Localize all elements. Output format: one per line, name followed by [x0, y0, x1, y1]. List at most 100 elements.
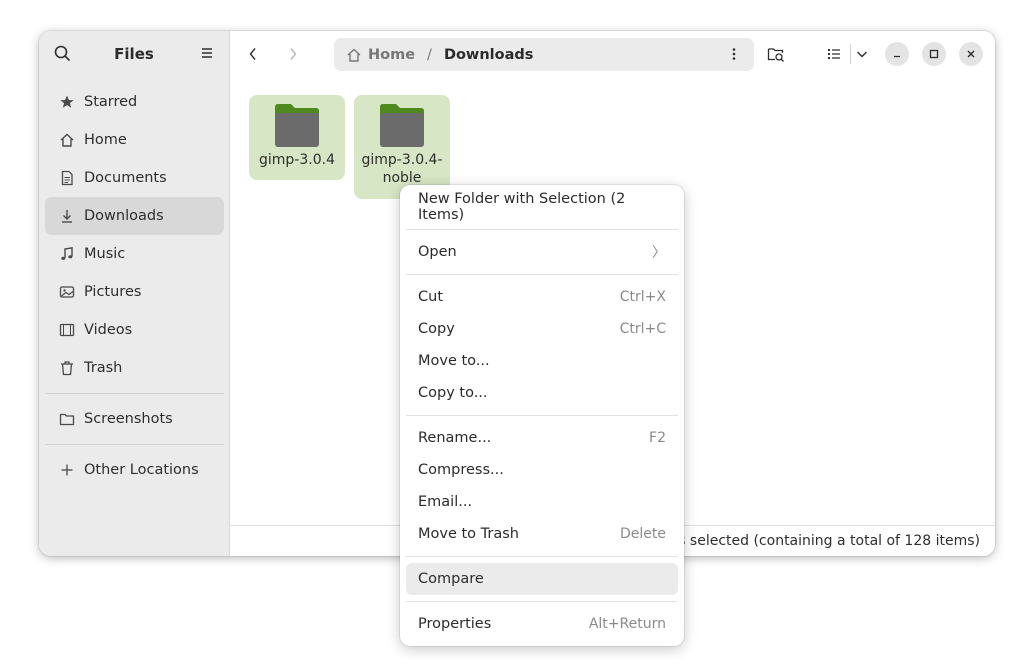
menu-item-move-to-trash[interactable]: Move to Trash Delete [406, 518, 678, 550]
sidebar-divider [45, 393, 224, 394]
sidebar-places: Starred Home Documents Downloads Music P… [45, 83, 224, 489]
menu-item-new-folder-with-selection[interactable]: New Folder with Selection (2 Items) [406, 191, 678, 223]
menu-item-shortcut: Ctrl+X [619, 289, 666, 305]
sidebar-item-downloads[interactable]: Downloads [45, 197, 224, 235]
forward-button[interactable] [280, 41, 306, 67]
star-icon [59, 94, 75, 110]
sidebar-item-label: Home [84, 132, 127, 148]
maximize-button[interactable] [922, 42, 946, 66]
chevron-right-icon [290, 48, 297, 60]
plus-icon [59, 462, 75, 478]
picture-icon [59, 284, 75, 300]
hamburger-icon [202, 48, 212, 58]
main-menu-button[interactable] [194, 40, 220, 66]
close-icon [967, 50, 975, 58]
path-bar[interactable]: Home / Downloads [334, 38, 754, 71]
sidebar-item-label: Music [84, 246, 126, 262]
sidebar-item-music[interactable]: Music [45, 235, 224, 273]
minimize-button[interactable] [885, 42, 909, 66]
menu-item-move-to[interactable]: Move to... [406, 345, 678, 377]
file-item[interactable]: gimp-3.0.4 [249, 95, 345, 180]
trash-icon [59, 360, 75, 376]
chevron-down-icon [857, 51, 867, 58]
menu-item-rename[interactable]: Rename... F2 [406, 422, 678, 454]
context-menu: New Folder with Selection (2 Items) Open… [400, 185, 684, 646]
menu-item-label: Compare [418, 571, 484, 587]
menu-item-properties[interactable]: Properties Alt+Return [406, 608, 678, 640]
sidebar-item-documents[interactable]: Documents [45, 159, 224, 197]
menu-item-shortcut: F2 [649, 430, 666, 446]
search-button[interactable] [49, 40, 75, 66]
music-icon [59, 246, 75, 262]
folder-icon [275, 104, 319, 147]
app-title: Files [114, 45, 154, 63]
folder-search-icon [767, 48, 784, 62]
menu-separator [406, 229, 678, 230]
menu-item-label: Compress... [418, 462, 504, 478]
file-name: gimp-3.0.4 [259, 152, 335, 168]
menu-item-email[interactable]: Email... [406, 486, 678, 518]
menu-separator [406, 274, 678, 275]
menu-item-label: Rename... [418, 430, 492, 446]
sidebar-item-label: Other Locations [84, 462, 199, 478]
search-icon [54, 45, 70, 61]
list-view-icon [828, 49, 840, 59]
sidebar-item-trash[interactable]: Trash [45, 349, 224, 387]
sidebar-item-label: Videos [84, 322, 133, 338]
maximize-icon [929, 49, 939, 59]
menu-item-label: Move to Trash [418, 526, 519, 542]
sidebar-item-label: Pictures [84, 284, 142, 300]
menu-item-copy[interactable]: Copy Ctrl+C [406, 313, 678, 345]
chevron-left-icon [249, 48, 256, 60]
sidebar-item-pictures[interactable]: Pictures [45, 273, 224, 311]
path-separator: / [427, 46, 432, 63]
folder-icon [59, 411, 75, 427]
sidebar-item-label: Trash [84, 360, 123, 376]
menu-item-compare[interactable]: Compare [406, 563, 678, 595]
menu-item-copy-to[interactable]: Copy to... [406, 377, 678, 409]
header-bar: Home / Downloads [230, 31, 995, 77]
status-text: rs selected (containing a total of 128 i… [672, 533, 980, 549]
view-options-button[interactable] [849, 41, 875, 67]
menu-item-label: Move to... [418, 353, 490, 369]
sidebar-item-label: Starred [84, 94, 138, 110]
menu-separator [406, 415, 678, 416]
menu-item-label: Open [418, 244, 457, 260]
home-icon [347, 48, 361, 62]
folder-icon [380, 104, 424, 147]
menu-item-label: Email... [418, 494, 473, 510]
file-item[interactable]: gimp-3.0.4-noble [354, 95, 450, 199]
sidebar: Files Starred Home Documents Downloads M… [39, 31, 230, 556]
sidebar-item-screenshots[interactable]: Screenshots [45, 400, 224, 438]
sidebar-header: Files [39, 31, 230, 77]
menu-item-label: Copy [418, 321, 455, 337]
menu-item-label: Properties [418, 616, 492, 632]
menu-item-cut[interactable]: Cut Ctrl+X [406, 281, 678, 313]
minimize-icon [894, 55, 900, 58]
download-icon [59, 208, 75, 224]
search-location-button[interactable] [763, 41, 789, 67]
sidebar-item-other-locations[interactable]: Other Locations [45, 451, 224, 489]
sidebar-item-label: Documents [84, 170, 167, 186]
menu-separator [406, 601, 678, 602]
sidebar-item-home[interactable]: Home [45, 121, 224, 159]
path-home-button[interactable]: Home [368, 47, 415, 63]
menu-item-shortcut: Ctrl+C [619, 321, 666, 337]
sidebar-item-starred[interactable]: Starred [45, 83, 224, 121]
view-list-button[interactable] [821, 41, 847, 67]
path-current-folder[interactable]: Downloads [444, 47, 533, 63]
document-icon [59, 170, 75, 186]
menu-item-compress[interactable]: Compress... [406, 454, 678, 486]
sidebar-divider [45, 444, 224, 445]
submenu-arrow-icon: 〉 [652, 245, 666, 261]
vertical-dots-icon [732, 48, 736, 60]
menu-item-label: Copy to... [418, 385, 488, 401]
sidebar-item-videos[interactable]: Videos [45, 311, 224, 349]
sidebar-item-label: Screenshots [84, 411, 173, 427]
back-button[interactable] [240, 41, 266, 67]
menu-item-label: Cut [418, 289, 443, 305]
folder-menu-button[interactable] [722, 42, 746, 66]
menu-item-open[interactable]: Open 〉 [406, 236, 678, 268]
close-button[interactable] [959, 42, 983, 66]
menu-item-shortcut: Alt+Return [588, 616, 666, 632]
